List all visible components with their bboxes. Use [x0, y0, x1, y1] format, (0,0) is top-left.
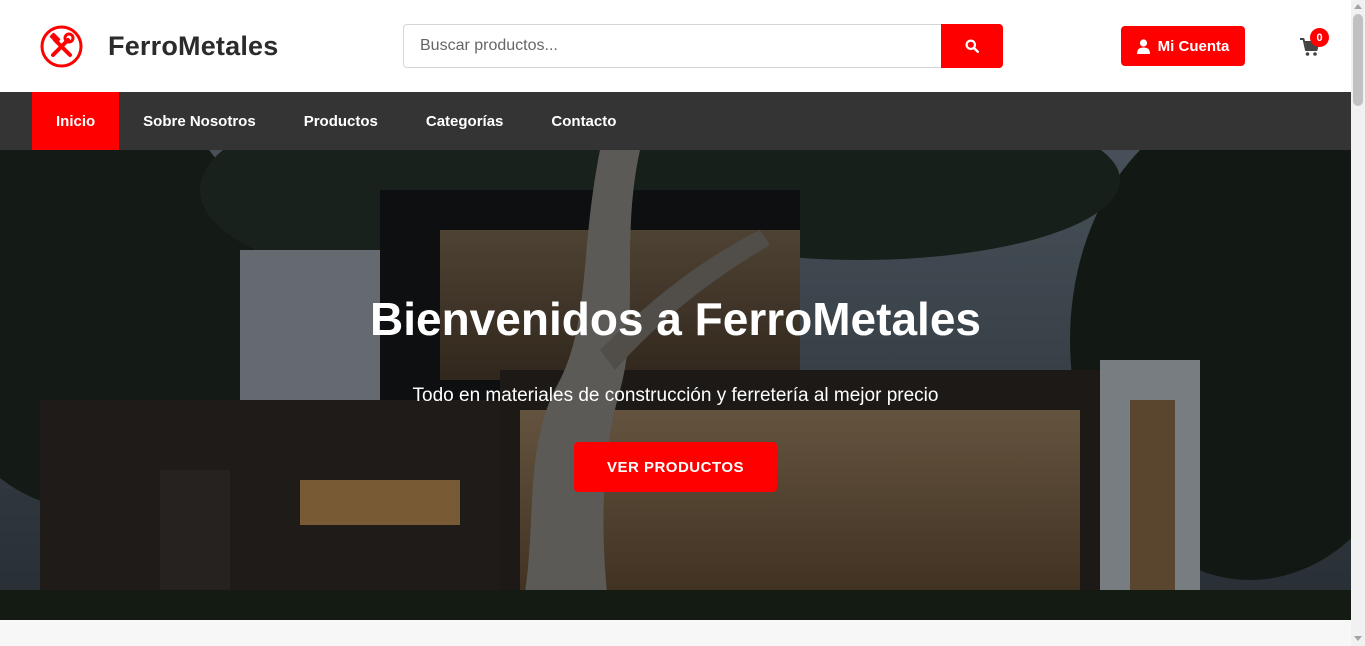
- main-nav: Inicio Sobre Nosotros Productos Categorí…: [0, 92, 1351, 150]
- account-button[interactable]: Mi Cuenta: [1121, 26, 1245, 66]
- hero-banner: Bienvenidos a FerroMetales Todo en mater…: [0, 150, 1351, 620]
- scroll-up-arrow-icon[interactable]: [1354, 4, 1362, 9]
- hammer-wrench-icon[interactable]: [39, 24, 84, 69]
- search-button[interactable]: [941, 24, 1003, 68]
- scroll-thumb[interactable]: [1353, 14, 1363, 106]
- search-bar: [403, 24, 1003, 68]
- nav-item-categorias[interactable]: Categorías: [402, 92, 528, 150]
- brand-name[interactable]: FerroMetales: [108, 31, 278, 62]
- nav-item-sobre-nosotros[interactable]: Sobre Nosotros: [119, 92, 280, 150]
- view-products-button[interactable]: VER PRODUCTOS: [574, 442, 777, 492]
- next-section: [0, 620, 1351, 646]
- nav-item-inicio[interactable]: Inicio: [32, 92, 120, 150]
- hero-title: Bienvenidos a FerroMetales: [370, 293, 981, 345]
- hero-subtitle: Todo en materiales de construcción y fer…: [412, 385, 939, 406]
- scroll-down-arrow-icon[interactable]: [1354, 636, 1362, 641]
- user-icon: [1136, 38, 1150, 54]
- nav-item-contacto[interactable]: Contacto: [527, 92, 640, 150]
- site-header: FerroMetales Mi Cuenta 0: [0, 0, 1351, 92]
- search-icon: [965, 39, 979, 53]
- search-input[interactable]: [403, 24, 941, 68]
- cart-count-badge: 0: [1310, 28, 1329, 47]
- nav-item-productos[interactable]: Productos: [280, 92, 402, 150]
- account-label: Mi Cuenta: [1157, 37, 1230, 55]
- page-scrollbar[interactable]: [1351, 0, 1365, 646]
